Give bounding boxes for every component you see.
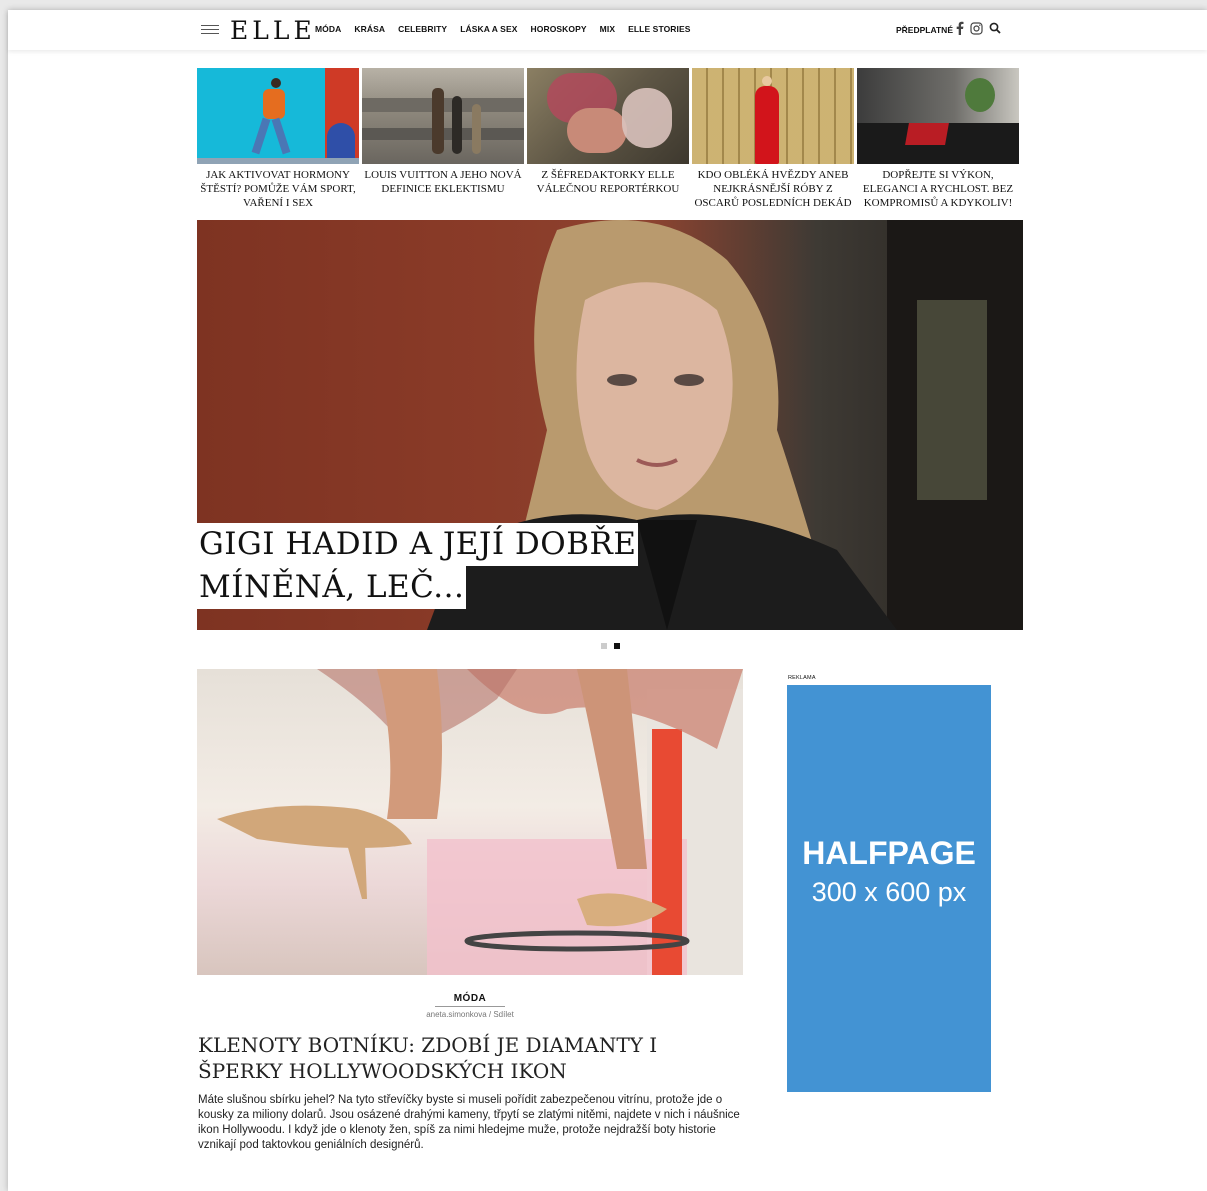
slider-dot[interactable] <box>601 643 607 649</box>
nav-item-moda[interactable]: MÓDA <box>315 24 341 34</box>
teaser-title[interactable]: DOPŘEJTE SI VÝKON, ELEGANCI A RYCHLOST. … <box>857 168 1019 210</box>
teaser-card[interactable]: KDO OBLÉKÁ HVĚZDY ANEB NEJKRÁSNĚJŠÍ RÓBY… <box>692 68 854 210</box>
main-nav: MÓDA KRÁSA CELEBRITY LÁSKA A SEX HOROSKO… <box>315 24 691 34</box>
site-logo[interactable]: ELLE <box>230 16 316 45</box>
article-title[interactable]: KLENOTY BOTNÍKU: ZDOBÍ JE DIAMANTY I ŠPE… <box>198 1032 743 1084</box>
site-header: ELLE MÓDA KRÁSA CELEBRITY LÁSKA A SEX HO… <box>8 10 1207 50</box>
category-divider <box>435 1006 505 1007</box>
ad-size: 300 x 600 px <box>811 877 967 907</box>
teaser-title[interactable]: Z ŠÉFREDAKTORKY ELLE VÁLEČNOU REPORTÉRKO… <box>527 168 689 196</box>
article-photo <box>217 669 743 975</box>
teaser-title[interactable]: KDO OBLÉKÁ HVĚZDY ANEB NEJKRÁSNĚJŠÍ RÓBY… <box>692 168 854 210</box>
nav-item-elle-stories[interactable]: ELLE STORIES <box>628 24 690 34</box>
facebook-icon[interactable] <box>956 21 964 35</box>
halfpage-ad[interactable]: HALFPAGE 300 x 600 px <box>787 685 991 1092</box>
header-icons <box>956 21 1001 35</box>
ad-title: HALFPAGE <box>802 835 976 871</box>
ad-label: REKLAMA <box>788 675 816 681</box>
hero-title[interactable]: GIGI HADID A JEJÍ DOBŘE MÍNĚNÁ, LEČ... <box>197 523 639 609</box>
hero-title-line[interactable]: MÍNĚNÁ, LEČ... <box>197 566 467 609</box>
nav-item-krasa[interactable]: KRÁSA <box>354 24 385 34</box>
nav-item-celebrity[interactable]: CELEBRITY <box>398 24 447 34</box>
teaser-card[interactable]: LOUIS VUITTON A JEHO NOVÁ DEFINICE EKLEK… <box>362 68 524 210</box>
instagram-icon[interactable] <box>970 21 983 35</box>
nav-item-mix[interactable]: MIX <box>600 24 615 34</box>
hero-slide[interactable]: GIGI HADID A JEJÍ DOBŘE MÍNĚNÁ, LEČ... <box>197 220 1023 630</box>
teaser-image[interactable] <box>527 68 689 164</box>
hero-title-line[interactable]: GIGI HADID A JEJÍ DOBŘE <box>197 523 639 566</box>
teaser-image[interactable] <box>362 68 524 164</box>
slider-dot-active[interactable] <box>614 643 620 649</box>
teaser-image[interactable] <box>857 68 1019 164</box>
slider-dots <box>601 643 620 649</box>
teaser-title[interactable]: LOUIS VUITTON A JEHO NOVÁ DEFINICE EKLEK… <box>362 168 524 196</box>
menu-icon[interactable] <box>201 25 219 35</box>
article-category-label[interactable]: MÓDA <box>197 993 743 1004</box>
nav-item-horoskopy[interactable]: HOROSKOPY <box>531 24 587 34</box>
article-category[interactable]: MÓDA <box>197 993 743 1007</box>
teaser-strip: JAK AKTIVOVAT HORMONY ŠTĚSTÍ? POMŮŽE VÁM… <box>197 68 1019 210</box>
page: ELLE MÓDA KRÁSA CELEBRITY LÁSKA A SEX HO… <box>8 10 1207 1191</box>
nav-item-laska-a-sex[interactable]: LÁSKA A SEX <box>460 24 517 34</box>
teaser-card[interactable]: DOPŘEJTE SI VÝKON, ELEGANCI A RYCHLOST. … <box>857 68 1019 210</box>
article-perex: Máte slušnou sbírku jehel? Na tyto střev… <box>198 1094 740 1151</box>
article-meta[interactable]: aneta.simonkova / Sdílet <box>197 1010 743 1019</box>
search-icon[interactable] <box>989 22 1001 34</box>
teaser-card[interactable]: JAK AKTIVOVAT HORMONY ŠTĚSTÍ? POMŮŽE VÁM… <box>197 68 359 210</box>
article-image[interactable] <box>197 669 743 975</box>
teaser-image[interactable] <box>197 68 359 164</box>
subscribe-link[interactable]: PŘEDPLATNÉ <box>896 25 953 35</box>
teaser-card[interactable]: Z ŠÉFREDAKTORKY ELLE VÁLEČNOU REPORTÉRKO… <box>527 68 689 210</box>
teaser-image[interactable] <box>692 68 854 164</box>
teaser-title[interactable]: JAK AKTIVOVAT HORMONY ŠTĚSTÍ? POMŮŽE VÁM… <box>197 168 359 210</box>
